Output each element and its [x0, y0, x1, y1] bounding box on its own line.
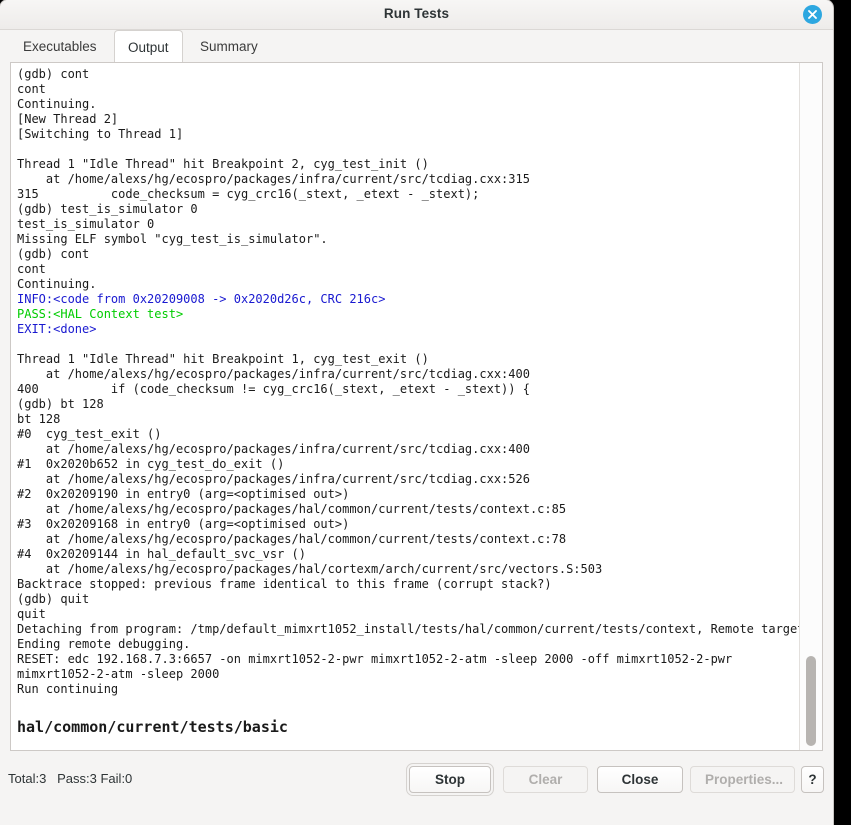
output-line: EXIT:<done> [17, 322, 97, 336]
output-line: hal/common/current/tests/basic [17, 718, 288, 736]
tab-output[interactable]: Output [114, 30, 183, 63]
output-line: cont [17, 262, 46, 276]
output-line: Detaching from program: /tmp/default_mim… [17, 622, 800, 636]
output-line: [New Thread 2] [17, 112, 119, 126]
output-line: cont [17, 82, 46, 96]
output-line: [Switching to Thread 1] [17, 127, 184, 141]
output-line: Continuing. [17, 97, 97, 111]
output-line: PASS:<HAL Context test> [17, 307, 184, 321]
output-line: 315 code_checksum = cyg_crc16(_stext, _e… [17, 187, 480, 201]
output-line: (gdb) cont [17, 247, 90, 261]
output-line: mimxrt1052-2-atm -sleep 2000 [17, 667, 220, 681]
status-summary: Total:3 Pass:3 Fail:0 [8, 771, 133, 786]
stop-button[interactable]: Stop [406, 763, 494, 796]
window-title: Run Tests [383, 6, 450, 21]
output-line: Missing ELF symbol "cyg_test_is_simulato… [17, 232, 328, 246]
properties-button: Properties... [690, 766, 795, 793]
output-text-area[interactable]: (gdb) cont cont Continuing. [New Thread 2][… [11, 63, 800, 750]
output-line: #3 0x20209168 in entry0 (arg=<optimised … [17, 517, 350, 531]
clear-button: Clear [503, 766, 588, 793]
output-line: test_is_simulator 0 [17, 217, 155, 231]
output-line: #4 0x20209144 in hal_default_svc_vsr () [17, 547, 306, 561]
output-line: Backtrace stopped: previous frame identi… [17, 577, 552, 591]
help-button[interactable]: ? [801, 766, 824, 793]
output-line: at /home/alexs/hg/ecospro/packages/infra… [17, 442, 530, 456]
output-line: at /home/alexs/hg/ecospro/packages/hal/c… [17, 562, 603, 576]
output-line: Continuing. [17, 277, 97, 291]
output-line: (gdb) bt 128 [17, 397, 104, 411]
output-line: 400 if (code_checksum != cyg_crc16(_stex… [17, 382, 530, 396]
output-line: RESET: edc 192.168.7.3:6657 -on mimxrt10… [17, 652, 733, 666]
output-line: (gdb) test_is_simulator 0 [17, 202, 198, 216]
output-line: #2 0x20209190 in entry0 (arg=<optimised … [17, 487, 350, 501]
output-line: bt 128 [17, 412, 61, 426]
output-line: Thread 1 "Idle Thread" hit Breakpoint 1,… [17, 352, 429, 366]
tab-executables[interactable]: Executables [10, 30, 110, 63]
output-line: INFO:<code from 0x20209008 -> 0x2020d26c… [17, 292, 386, 306]
output-line: at /home/alexs/hg/ecospro/packages/infra… [17, 172, 530, 186]
output-line: Thread 1 "Idle Thread" hit Breakpoint 2,… [17, 157, 429, 171]
footer-bar: Total:3 Pass:3 Fail:0 Stop Clear Close P… [0, 760, 833, 825]
output-line: at /home/alexs/hg/ecospro/packages/hal/c… [17, 532, 567, 546]
output-line: #0 cyg_test_exit () [17, 427, 162, 441]
close-icon[interactable] [803, 5, 822, 24]
output-panel: (gdb) cont cont Continuing. [New Thread 2][… [10, 62, 823, 751]
title-bar: Run Tests [0, 0, 833, 30]
output-line: Run continuing [17, 682, 119, 696]
vertical-scrollbar[interactable] [799, 63, 822, 750]
output-line: at /home/alexs/hg/ecospro/packages/infra… [17, 472, 530, 486]
close-button[interactable]: Close [597, 766, 683, 793]
output-line: at /home/alexs/hg/ecospro/packages/infra… [17, 367, 530, 381]
tab-summary[interactable]: Summary [187, 30, 271, 63]
tab-bar: Executables Output Summary [0, 30, 833, 63]
output-line: (gdb) quit [17, 592, 90, 606]
run-tests-window: Run Tests Executables Output Summary (gd… [0, 0, 833, 825]
output-line: Ending remote debugging. [17, 637, 191, 651]
vertical-scrollbar-thumb[interactable] [806, 656, 816, 746]
output-line: quit [17, 607, 46, 621]
output-line: (gdb) cont [17, 67, 90, 81]
output-line: at /home/alexs/hg/ecospro/packages/hal/c… [17, 502, 567, 516]
output-line: #1 0x2020b652 in cyg_test_do_exit () [17, 457, 285, 471]
